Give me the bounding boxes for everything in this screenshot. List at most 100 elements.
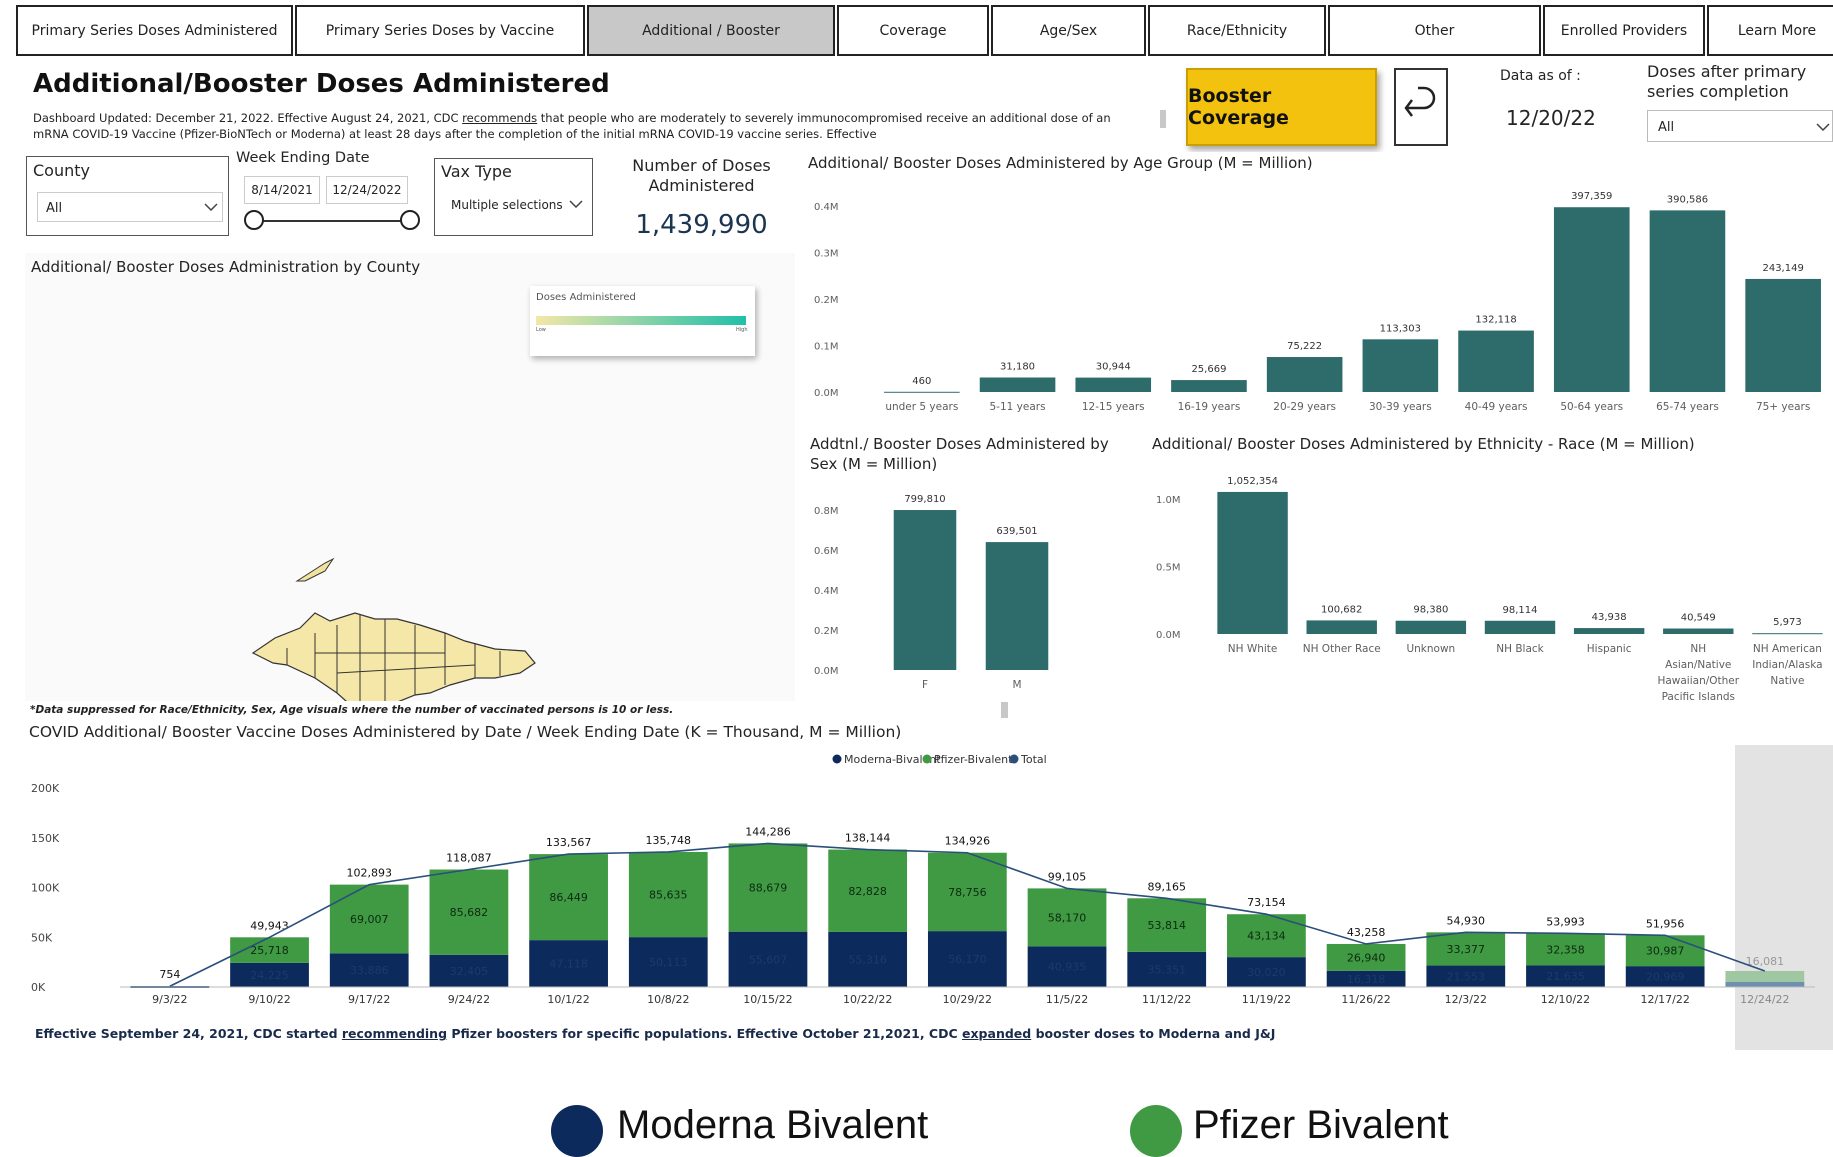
recommends-link[interactable]: recommends [462, 111, 537, 125]
category-label: 50-64 years [1560, 401, 1623, 413]
pfizer-value-label: 33,377 [1447, 943, 1486, 956]
tab-other[interactable]: Other [1328, 5, 1541, 56]
county-dropdown[interactable]: All [37, 192, 223, 222]
week-end-input[interactable]: 12/24/2022 [326, 176, 408, 204]
booster-policy-footer: Effective September 24, 2021, CDC starte… [35, 1026, 1276, 1041]
moderna-value-label: 32,405 [450, 965, 489, 978]
back-button[interactable] [1394, 68, 1448, 146]
data-label: 243,149 [1762, 263, 1803, 274]
category-label: NH Black [1496, 643, 1544, 655]
data-label: 132,118 [1475, 315, 1516, 326]
moderna-value-label: 33,886 [350, 964, 389, 977]
total-value-label: 43,258 [1347, 926, 1386, 939]
moderna-bar-faded [1725, 982, 1805, 987]
x-tick-label: 10/29/22 [943, 993, 992, 1006]
report-tab-bar: Primary Series Doses Administered Primary… [16, 5, 1833, 58]
total-value-label: 134,926 [945, 835, 991, 848]
total-value-label: 754 [159, 968, 180, 981]
booster-coverage-button[interactable]: Booster Coverage [1186, 68, 1377, 146]
tab-primary-series-doses-administered[interactable]: Primary Series Doses Administered [16, 5, 293, 56]
x-tick-label: 9/10/22 [248, 993, 290, 1006]
data-label: 98,114 [1503, 605, 1538, 616]
data-label: 30,944 [1096, 362, 1131, 373]
category-label: Asian/Native [1665, 659, 1731, 671]
pfizer-value-label: 30,987 [1646, 945, 1685, 958]
sex-bar-chart[interactable]: 0.0M 0.2M 0.4M 0.6M 0.8M 799,810 F 639,501 M [806, 432, 1136, 697]
y-tick-label: 150K [31, 832, 60, 845]
x-tick-label: 10/22/22 [843, 993, 892, 1006]
total-value-label: 138,144 [845, 832, 891, 845]
tab-race-ethnicity[interactable]: Race/Ethnicity [1148, 5, 1326, 56]
tab-primary-series-doses-by-vaccine[interactable]: Primary Series Doses by Vaccine [295, 5, 585, 56]
total-value-label: 51,956 [1646, 917, 1685, 930]
vax-type-dropdown[interactable]: Multiple selections [443, 191, 583, 219]
chart-legend: Moderna-BivalentPfizer-Bivalent Total [832, 753, 1047, 766]
range-end-handle[interactable] [400, 210, 420, 230]
total-value-label: 73,154 [1247, 896, 1286, 909]
tab-learn-more[interactable]: Learn More [1707, 5, 1833, 56]
category-label: 20-29 years [1273, 401, 1336, 413]
moderna-value-label: 30,020 [1247, 966, 1286, 979]
suppression-note: *Data suppressed for Race/Ethnicity, Sex… [30, 704, 674, 716]
moderna-value-label: 21,553 [1447, 970, 1486, 983]
doses-after-label: Doses after primary series completion [1647, 62, 1807, 101]
pfizer-value-label: 86,449 [549, 891, 588, 904]
category-label: Hispanic [1587, 643, 1632, 655]
tab-enrolled-providers[interactable]: Enrolled Providers [1543, 5, 1705, 56]
moderna-value-label: 40,935 [1048, 961, 1087, 974]
dashboard-description: Dashboard Updated: December 21, 2022. Ef… [33, 111, 1111, 141]
total-value-label: 89,165 [1147, 880, 1186, 893]
category-label: NH [1690, 643, 1706, 655]
panel-scrollbar[interactable] [1001, 702, 1008, 718]
moderna-value-label: 20,969 [1646, 971, 1685, 984]
doses-after-dropdown[interactable]: All [1647, 110, 1833, 142]
x-tick-label: 9/17/22 [348, 993, 390, 1006]
bar [1075, 377, 1152, 392]
race-bar-chart[interactable]: 0.0M 0.5M 1.0M 1,052,354 NH White 100,682 NH O… [1148, 432, 1833, 712]
pfizer-value-label: 82,828 [848, 885, 887, 898]
description-scrollbar[interactable] [1160, 110, 1166, 128]
category-label: 40-49 years [1465, 401, 1528, 413]
pfizer-value-label: 58,170 [1048, 911, 1087, 924]
bar [1752, 633, 1823, 635]
county-map-panel: Additional/ Booster Doses Administration… [25, 253, 795, 701]
tab-age-sex[interactable]: Age/Sex [991, 5, 1146, 56]
y-tick-label: 1.0M [1156, 495, 1181, 506]
bar [979, 377, 1056, 392]
category-label: M [1012, 679, 1021, 691]
category-label: Hawaiian/Other [1657, 675, 1739, 687]
date-chart-panel: COVID Additional/ Booster Vaccine Doses … [25, 718, 1833, 1050]
header-panel: Additional/Booster Doses Administered Da… [25, 66, 1166, 150]
x-tick-label: 12/3/22 [1445, 993, 1487, 1006]
weekly-stacked-bar-chart[interactable]: Moderna-BivalentPfizer-Bivalent Total0K50… [25, 718, 1833, 1050]
pfizer-value-label: 85,682 [450, 906, 489, 919]
tab-additional-booster[interactable]: Additional / Booster [587, 5, 835, 56]
expanded-link[interactable]: expanded [962, 1026, 1031, 1041]
pfizer-legend-label: Pfizer Bivalent [1193, 1103, 1449, 1147]
week-start-input[interactable]: 8/14/2021 [244, 176, 320, 204]
pfizer-value-label: 53,814 [1147, 919, 1186, 932]
recommending-link[interactable]: recommending [342, 1026, 447, 1041]
data-label: 40,549 [1681, 613, 1716, 624]
undo-arrow-icon [1404, 86, 1436, 117]
y-tick-label: 0.1M [814, 342, 839, 353]
total-value-label: 99,105 [1048, 870, 1087, 883]
tab-coverage[interactable]: Coverage [837, 5, 989, 56]
bar [985, 542, 1049, 670]
y-tick-label: 0K [31, 981, 46, 994]
race-chart-panel: Additional/ Booster Doses Administered b… [1148, 432, 1833, 712]
category-label: NH American [1753, 643, 1822, 655]
age-bar-chart[interactable]: 0.0M 0.1M 0.2M 0.3M 0.4M 460 under 5 years 31,1… [806, 152, 1833, 417]
legend-label: Pfizer-Bivalent [934, 753, 1013, 766]
legend-label: Total [1020, 753, 1047, 766]
bar [1362, 339, 1439, 392]
range-start-handle[interactable] [244, 210, 264, 230]
category-label: Unknown [1406, 643, 1455, 655]
moderna-value-label: 55,316 [848, 953, 887, 966]
data-label: 75,222 [1287, 341, 1322, 352]
pfizer-value-label: 32,358 [1546, 943, 1585, 956]
x-tick-label: 11/26/22 [1341, 993, 1390, 1006]
total-value-label: 54,930 [1447, 914, 1486, 927]
week-ending-slicer: Week Ending Date 8/14/2021 12/24/2022 [236, 148, 436, 238]
legend-marker [922, 754, 932, 764]
